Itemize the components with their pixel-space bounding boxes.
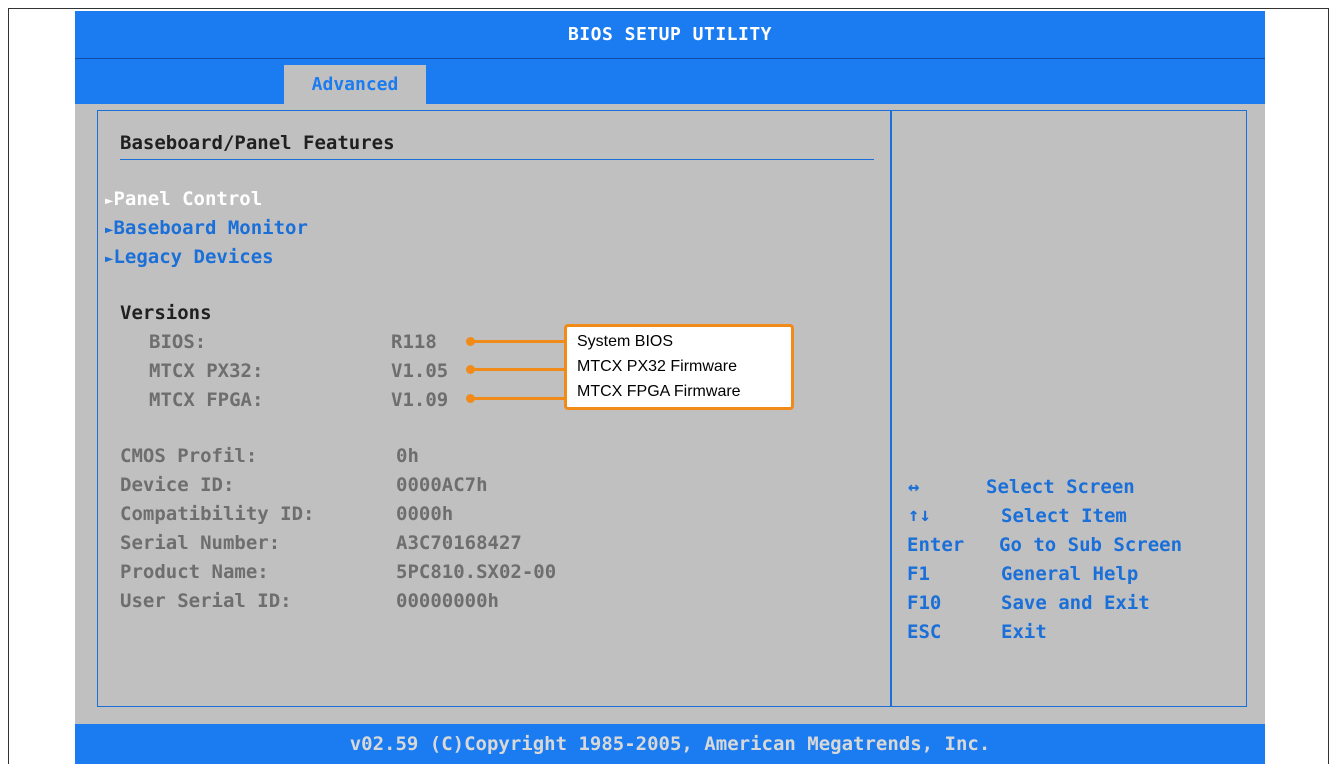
help-save-exit: Save and Exit (1001, 592, 1150, 614)
heading-divider (120, 159, 874, 160)
firmware-callout: System BIOS MTCX PX32 Firmware MTCX FPGA… (564, 324, 794, 410)
info-label-device-id: Device ID: (120, 474, 235, 496)
help-select-screen: Select Screen (986, 476, 1135, 498)
copyright-footer: v02.59 (C)Copyright 1985-2005, American … (75, 724, 1265, 764)
info-value-user-serial: 00000000h (396, 590, 499, 612)
info-value-serial: A3C70168427 (396, 532, 522, 554)
submenu-label: Panel Control (113, 188, 263, 210)
tab-advanced[interactable]: Advanced (284, 65, 426, 104)
info-value-compat-id: 0000h (396, 503, 454, 525)
info-label-cmos: CMOS Profil: (120, 445, 258, 467)
help-select-item: Select Item (1001, 505, 1127, 527)
help-panel (890, 110, 1247, 707)
info-label-compat-id: Compatibility ID: (120, 503, 315, 525)
callout-fpga-firmware: MTCX FPGA Firmware (577, 383, 741, 400)
version-label-bios: BIOS: (149, 331, 207, 353)
versions-heading: Versions (120, 302, 212, 324)
callout-system-bios: System BIOS (577, 333, 674, 350)
help-key-enter: Enter (907, 534, 965, 556)
callout-leader-fpga (466, 394, 566, 403)
help-key-f10: F10 (907, 592, 942, 614)
version-label-px32: MTCX PX32: (149, 360, 264, 382)
arrows-vertical-icon: ↑↓ (908, 504, 931, 526)
help-key-f1: F1 (907, 563, 930, 585)
callout-leader-px32 (466, 365, 566, 374)
help-go-sub-screen: Go to Sub Screen (999, 534, 1183, 556)
version-label-fpga: MTCX FPGA: (149, 389, 264, 411)
info-value-product: 5PC810.SX02-00 (396, 561, 557, 583)
submenu-legacy-devices[interactable]: ►Legacy Devices (105, 246, 274, 270)
submenu-panel-control[interactable]: ►Panel Control (105, 188, 262, 212)
help-key-esc: ESC (907, 621, 942, 643)
info-label-user-serial: User Serial ID: (120, 590, 292, 612)
help-general-help: General Help (1001, 563, 1139, 585)
info-label-serial: Serial Number: (120, 532, 281, 554)
section-heading: Baseboard/Panel Features (120, 132, 395, 154)
callout-leader-bios (466, 337, 566, 346)
tab-bar: Advanced (75, 58, 1265, 104)
version-value-bios: R118 (391, 331, 437, 353)
callout-px32-firmware: MTCX PX32 Firmware (577, 358, 738, 375)
submenu-label: Baseboard Monitor (113, 217, 308, 239)
help-exit: Exit (1001, 621, 1047, 643)
submenu-label: Legacy Devices (113, 246, 274, 268)
bios-screen: BIOS SETUP UTILITY Advanced Baseboard/Pa… (75, 11, 1265, 764)
version-value-fpga: V1.09 (391, 389, 449, 411)
arrows-horizontal-icon: ↔ (908, 476, 920, 498)
version-value-px32: V1.05 (391, 360, 449, 382)
info-value-cmos: 0h (396, 445, 419, 467)
info-label-product: Product Name: (120, 561, 269, 583)
info-value-device-id: 0000AC7h (396, 474, 488, 496)
submenu-baseboard-monitor[interactable]: ►Baseboard Monitor (105, 217, 308, 241)
bios-title: BIOS SETUP UTILITY (75, 11, 1265, 58)
